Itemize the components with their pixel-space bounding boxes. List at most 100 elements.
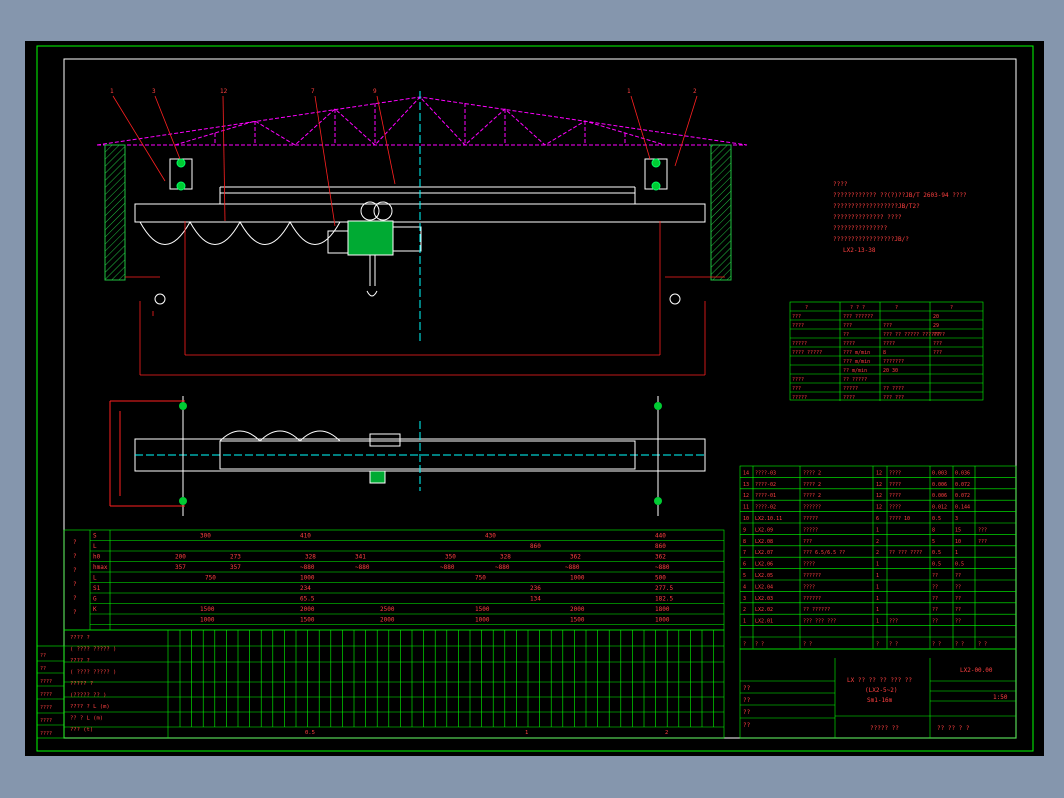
dimension-cell: 362 [570,554,581,561]
callout-number: 1 [627,88,631,95]
callout-number: 12 [220,88,228,95]
bom-cell: ?? [932,619,938,625]
electric-hoist [327,201,422,297]
title-block-text: LX2-00.00 LX ?? ?? ?? ??? ?? (LX2-5~2) S… [743,667,1008,732]
bom-cell: LX2.02 [755,607,773,613]
bom-cell: 5 [932,539,935,545]
bom-cell: ??? [889,619,898,625]
bottom-row-label: ????? ? [70,681,93,687]
bom-table-text: 14 ????-03???? 2 12???? 0.003 0.03613 ????-02… [743,470,987,647]
bom-header-cell: ? [876,641,879,647]
dimension-cell: ~880 [355,564,370,571]
bom-cell: 1 [876,584,879,590]
param-cell: ??? m/min [843,350,870,356]
bom-cell: ???? [889,493,901,499]
dimension-cell: 2000 [300,606,315,613]
bom-cell: ?? [955,619,961,625]
bom-cell: ?? [955,596,961,602]
param-cell: ??? [883,323,892,329]
bom-cell: 12 [876,482,882,488]
dimension-cell: 1500 [300,617,315,624]
note-line: ??????????????????JB/T2? [833,203,920,210]
roof-truss [96,96,748,146]
dimension-cell: 341 [355,554,366,561]
bom-cell: LX2.06 [755,562,773,568]
bom-cell: ?????? [803,596,821,602]
dimension-cell: 350 [445,554,456,561]
param-cell: ??? [843,323,852,329]
param-cell: 29 [933,323,939,329]
bom-cell: 1 [743,619,746,625]
bom-cell: 11 [743,505,749,511]
dimension-cell: 500 [655,575,666,582]
param-cell: ???? [792,377,804,383]
dimension-cell: 357 [230,564,241,571]
bom-cell: 3 [955,516,958,522]
dimension-cell: 362 [655,554,666,561]
bom-cell: ???? 2 [803,470,821,476]
bom-cell: 0.072 [955,493,970,499]
bom-cell: 0.5 [932,550,941,556]
bom-cell: 10 [743,516,749,522]
sheet-info: ?? ?? ? ? [937,725,970,732]
param-header-cell: ? [805,305,808,311]
bom-cell: 3 [743,596,746,602]
dimension-cell: ~880 [655,564,670,571]
dimension-row-label: K [93,606,97,613]
dimension-row-label: S1 [93,585,101,592]
bom-cell: ?? [932,584,938,590]
param-cell: ????? [843,386,858,392]
note-line: ?????????????? ???? [833,214,902,221]
param-cell: ?? m/min [843,368,867,374]
dimension-cell: 236 [530,585,541,592]
bom-cell: ?? [955,607,961,613]
param-cell: ????? [792,341,807,347]
bom-cell: LX2.10.11 [755,516,782,522]
bom-cell: 0.006 [932,482,947,488]
title-left-label: ?? [743,709,751,716]
param-header-cell: ? [950,305,953,311]
bom-cell: 12 [876,493,882,499]
cad-drawing-sheet: ???? ???????????? ??(?)??JB/T 2603-94 ??… [25,41,1044,756]
bom-cell: ??? [978,527,987,533]
bom-cell: 9 [743,527,746,533]
left-strip-tag: ?? [40,653,46,659]
bom-cell: ????-02 [755,505,776,511]
title-left-label: ?? [743,697,751,704]
dimension-cell: 65.5 [300,596,315,603]
dimension-side-label: ? [73,595,77,602]
end-carriage-right [644,158,668,191]
dimension-cell: 860 [655,543,666,550]
title-left-label: ?? [743,685,751,692]
bottom-row-label: ??? (t) [70,727,93,733]
bom-cell: 0.5 [955,562,964,568]
note-line: ???????????? ??(?)??JB/T 2603-94 ???? [833,192,967,199]
bom-cell: 1 [876,573,879,579]
dimension-cell: 200 [175,554,186,561]
dimension-cell: 2000 [380,617,395,624]
bom-cell: 1 [876,607,879,613]
drawing-title-1: LX ?? ?? ?? ??? ?? [847,677,912,684]
dimension-cell: 134 [530,596,541,603]
dimension-row-label: G [93,596,97,603]
bom-header-cell: ? ? [955,641,964,647]
bom-cell: ???? 2 [803,493,821,499]
bom-cell: 14 [743,470,749,476]
left-strip-tag: ?? [40,666,46,672]
bom-header-cell: ? ? [803,641,812,647]
dimension-cell: 1500 [200,606,215,613]
callout-number: 3 [152,88,156,95]
bom-cell: ?? [932,596,938,602]
dimension-cell: 1000 [570,575,585,582]
bom-cell: ???? [889,505,901,511]
param-cell: 20 [933,314,939,320]
note-line: LX2-13-38 [843,247,876,254]
drawing-scale: 1:50 [993,694,1008,701]
dimension-row-label: hmax [93,564,108,571]
param-cell: ???? [883,341,895,347]
bom-cell: ?? ??? ???? [889,550,922,556]
bom-cell: ????-01 [755,493,776,499]
dimension-side-label: ? [73,567,77,574]
dimension-cell: 300 [200,533,211,540]
param-header-cell: ? ? ? [850,305,865,311]
